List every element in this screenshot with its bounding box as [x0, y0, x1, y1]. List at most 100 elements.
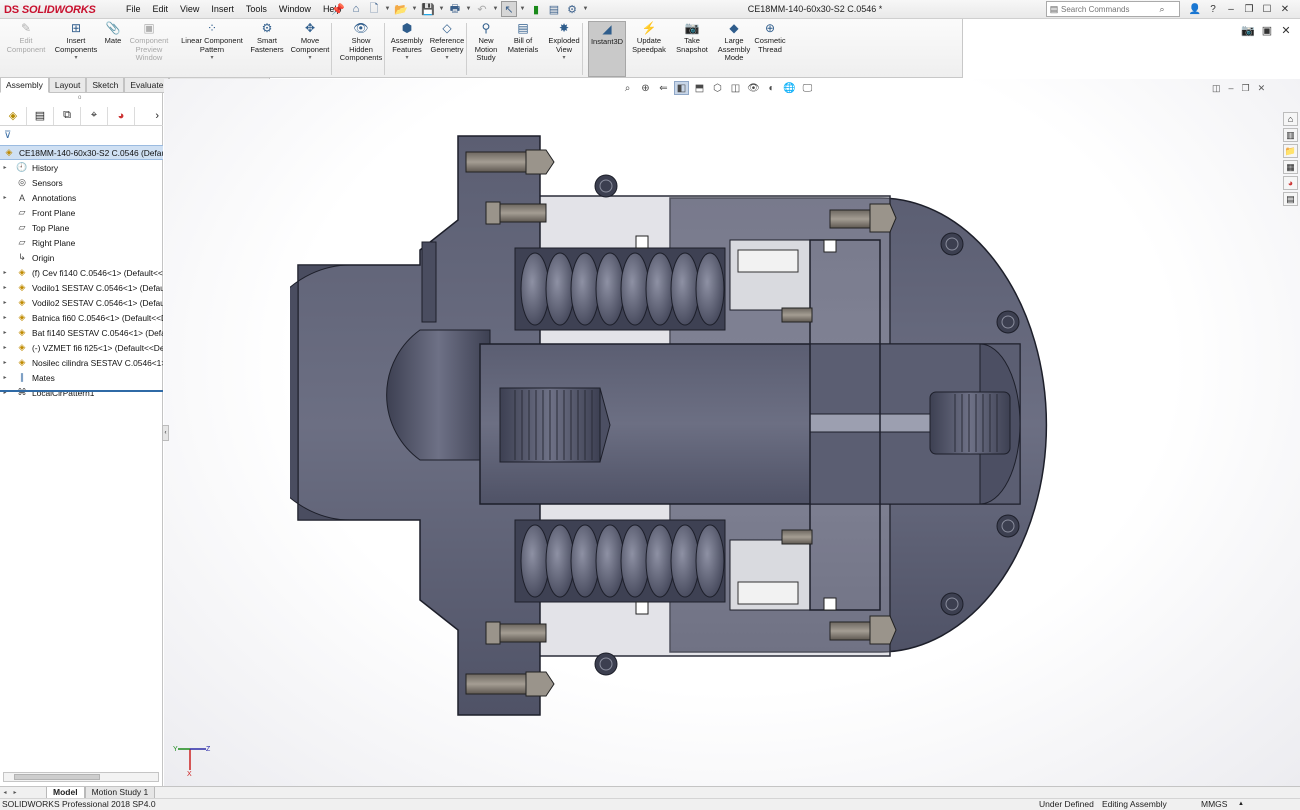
close-icon[interactable]: ✕ [1278, 1, 1292, 17]
cosmetic-thread-button[interactable]: ⊕ Cosmetic Thread [754, 21, 786, 77]
hide-show-items-icon[interactable]: 👁 [746, 81, 761, 95]
tab-scroll-right-icon[interactable]: ▸ [10, 789, 20, 796]
assembly-features-button[interactable]: ⬢ Assembly Features ▾ [390, 21, 424, 77]
take-snapshot-button[interactable]: 📷 Take Snapshot [676, 21, 708, 77]
filter-icon[interactable]: ⊽ [4, 130, 11, 141]
menu-view[interactable]: View [174, 3, 205, 16]
chevron-down-icon[interactable]: ▼ [384, 1, 391, 17]
maximize-icon[interactable]: ☐ [1260, 1, 1274, 17]
tree-item[interactable]: ▸ ◈ Vodilo1 SESTAV C.0546<1> (Default- [0, 280, 163, 295]
tree-item[interactable]: ▸ ◈ Vodilo2 SESTAV C.0546<1> (Default- [0, 295, 163, 310]
camera-icon[interactable]: 📷 [1240, 22, 1256, 38]
menu-file[interactable]: File [120, 3, 147, 16]
rebuild-icon[interactable]: ▮ [528, 1, 544, 17]
tab-scroll-left-icon[interactable]: ◂ [0, 789, 10, 796]
display-manager-tab-icon[interactable]: ◕ [108, 106, 135, 125]
chevron-down-icon[interactable]: ▼ [519, 1, 526, 17]
rollback-bar[interactable] [0, 390, 163, 392]
search-scope-icon[interactable]: ▤ [1047, 2, 1061, 16]
select-icon[interactable]: ↖ [501, 1, 517, 17]
file-explorer-icon[interactable]: 📁 [1283, 144, 1298, 158]
save-icon[interactable]: 💾 [420, 1, 436, 17]
chevron-down-icon[interactable]: ▾ [405, 54, 408, 62]
search-input[interactable] [1061, 4, 1155, 14]
pin-icon[interactable]: 📌 [330, 1, 346, 17]
menu-window[interactable]: Window [273, 3, 317, 16]
expand-arrow-icon[interactable]: ▸ [0, 329, 10, 336]
chevron-down-icon[interactable]: ▼ [438, 1, 445, 17]
instant3d-button[interactable]: ◢ Instant3D [588, 21, 626, 77]
tree-item[interactable]: ▸ ◈ (f) Cev fi140 C.0546<1> (Default<<D [0, 265, 163, 280]
status-units[interactable]: MMGS [1201, 799, 1227, 810]
expand-arrow-icon[interactable]: ▸ [0, 374, 10, 381]
solidworks-logo[interactable]: DS SOLIDWORKS [4, 1, 96, 18]
tab-layout[interactable]: Layout [48, 78, 87, 93]
chevron-down-icon[interactable]: ▼ [492, 1, 499, 17]
expand-arrow-icon[interactable]: ▸ [0, 359, 10, 366]
apply-scene-icon[interactable]: 🌐 [782, 81, 797, 95]
expand-arrow-icon[interactable]: ▸ [0, 194, 10, 201]
design-library-icon[interactable]: ▥ [1283, 128, 1298, 142]
dimxpert-tab-icon[interactable]: ⌖ [81, 106, 108, 125]
home-icon[interactable]: ⌂ [348, 1, 364, 17]
exploded-view-button[interactable]: ✸ Exploded View ▾ [546, 21, 582, 77]
units-up-icon[interactable]: ▲ [1238, 799, 1244, 810]
tree-item[interactable]: ▸ A Annotations [0, 190, 163, 205]
chevron-down-icon[interactable]: ▼ [411, 1, 418, 17]
new-motion-study-button[interactable]: ⚲ New Motion Study [472, 21, 500, 77]
feature-manager-tab-icon[interactable]: ◈ [0, 106, 27, 125]
large-assembly-mode-button[interactable]: ◆ Large Assembly Mode [718, 21, 751, 77]
configuration-manager-tab-icon[interactable]: ⧉ [54, 106, 81, 125]
move-component-button[interactable]: ✥ Move Component ▾ [290, 21, 330, 77]
tile-icon[interactable]: ◫ [1212, 83, 1221, 94]
tree-item[interactable]: ▱ Front Plane [0, 205, 163, 220]
user-icon[interactable]: 👤 [1188, 1, 1202, 17]
dynamic-annotation-icon[interactable]: ⬒ [692, 81, 707, 95]
close-doc-icon[interactable]: ✕ [1278, 22, 1294, 38]
edit-component-button[interactable]: ✎ Edit Component [4, 21, 48, 77]
resources-icon[interactable]: ⌂ [1283, 112, 1298, 126]
chevron-down-icon[interactable]: ▼ [465, 1, 472, 17]
collapse-panel-handle[interactable]: ‹ [162, 425, 169, 441]
bottom-tab-motion-study-1[interactable]: Motion Study 1 [84, 786, 156, 799]
view-settings-icon[interactable]: 🖵 [800, 81, 815, 95]
chevron-down-icon[interactable]: ▾ [562, 54, 565, 62]
menu-insert[interactable]: Insert [205, 3, 240, 16]
viewport-minimize-icon[interactable]: – [1229, 83, 1234, 94]
search-icon[interactable]: ⌕ [1155, 2, 1169, 16]
tree-item[interactable]: ▸ ◈ Nosilec cilindra SESTAV C.0546<1> ( [0, 355, 163, 370]
tab-assembly[interactable]: Assembly [0, 78, 49, 93]
open-icon[interactable]: 📂 [393, 1, 409, 17]
chevron-right-icon[interactable]: › [135, 107, 159, 125]
section-view-icon[interactable]: ◧ [674, 81, 689, 95]
bottom-tab-model[interactable]: Model [46, 786, 85, 799]
reference-geometry-button[interactable]: ◇ Reference Geometry ▾ [428, 21, 466, 77]
menu-edit[interactable]: Edit [147, 3, 175, 16]
assembly-section-view[interactable] [290, 130, 1050, 720]
chevron-down-icon[interactable]: ▾ [74, 54, 77, 62]
tree-item[interactable]: ▸ ◈ Batnica fi60 C.0546<1> (Default<<D [0, 310, 163, 325]
splitter-handle[interactable]: o [78, 95, 81, 101]
menu-tools[interactable]: Tools [240, 3, 273, 16]
tree-item[interactable]: ▸ ∥ Mates [0, 370, 163, 385]
tree-item[interactable]: ↳ Origin [0, 250, 163, 265]
search-commands-box[interactable]: ▤ ⌕ [1046, 1, 1180, 17]
horizontal-scrollbar[interactable] [3, 772, 159, 782]
undo-icon[interactable]: ↶ [474, 1, 490, 17]
zoom-to-area-icon[interactable]: ⊕ [638, 81, 653, 95]
custom-properties-icon[interactable]: ▤ [1283, 192, 1298, 206]
display-states-icon[interactable]: ▣ [1259, 22, 1275, 38]
expand-arrow-icon[interactable]: ▸ [0, 164, 10, 171]
update-speedpak-button[interactable]: ⚡ Update Speedpak [631, 21, 667, 77]
linear-component-pattern-button[interactable]: ⁘ Linear Component Pattern ▾ [176, 21, 248, 77]
property-manager-tab-icon[interactable]: ▤ [27, 106, 54, 125]
insert-components-button[interactable]: ⊞ Insert Components ▾ [54, 21, 98, 77]
chevron-down-icon[interactable]: ▾ [210, 54, 213, 62]
tree-item[interactable]: ▱ Top Plane [0, 220, 163, 235]
show-hidden-components-button[interactable]: 👁 Show Hidden Components [337, 21, 385, 77]
tree-item[interactable]: ▸ ◈ Bat fi140 SESTAV C.0546<1> (Default [0, 325, 163, 340]
appearances-icon[interactable]: ◕ [1283, 176, 1298, 190]
minimize-icon[interactable]: – [1224, 1, 1238, 17]
expand-arrow-icon[interactable]: ▸ [0, 314, 10, 321]
viewport-close-icon[interactable]: ✕ [1258, 83, 1266, 94]
